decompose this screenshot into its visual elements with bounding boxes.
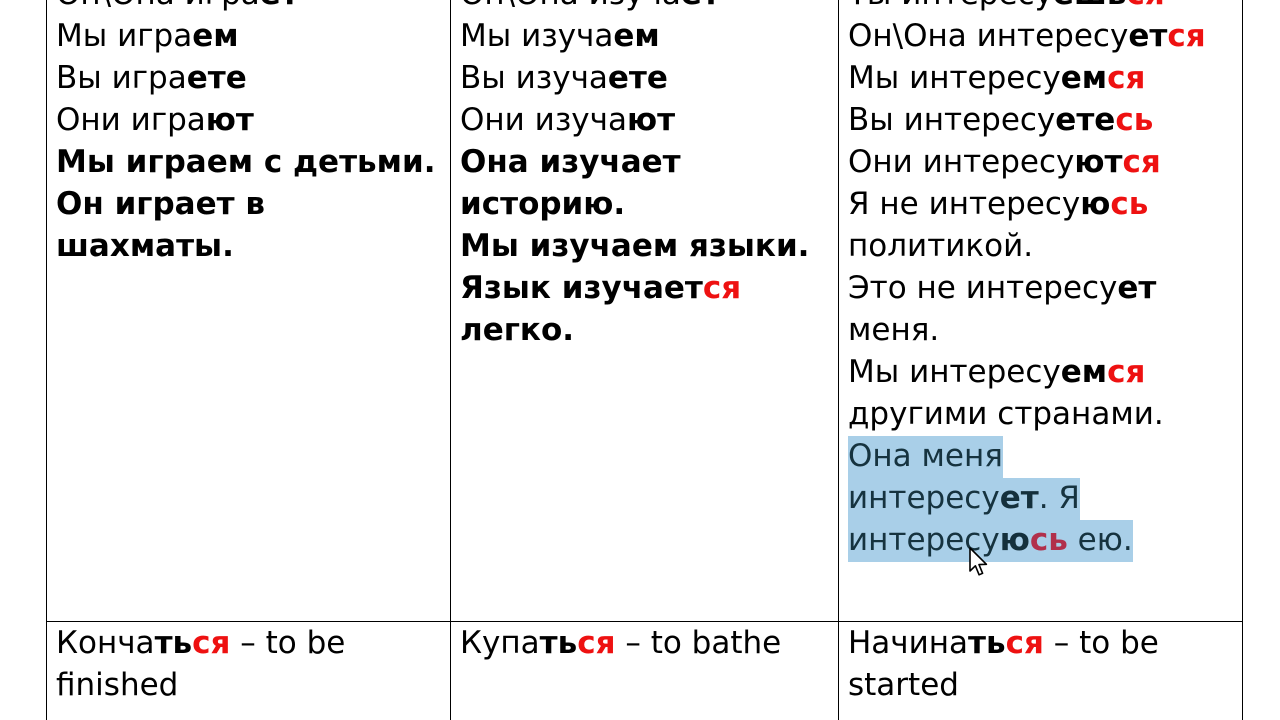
vocab-entry: Купаться – to bathe [460,625,782,661]
conj-line: Мы играем [56,18,239,54]
reflexive-suffix: сь [1029,522,1068,558]
conj-line: Вы интересуетесь [848,102,1154,138]
ending-bold: ют [205,102,254,138]
ending-bold: ю [999,522,1030,558]
selected-line-3[interactable]: интересуюсь ею. [848,519,1234,562]
table-row-vocabulary: Кончаться – to be finished Купаться – to… [46,621,1243,720]
example-sentence: Я не интересуюсь политикой. [848,186,1149,264]
example-sentence: Мы играем с детьми. [56,144,436,180]
example-sentence: Это не интересует меня. [848,270,1157,348]
example-sentence: Он играет в шахматы. [56,186,265,264]
ending-bold: ете [186,60,247,96]
ending-bold: ет [260,0,299,12]
conj-line: Он\Она изучает [460,0,830,15]
infinitive-ending-bold: ть [539,625,578,661]
slide-canvas: Он\Она играет Мы играем Вы играете Они и… [0,0,1280,720]
conj-line: Они изучают [460,102,676,138]
reflexive-suffix: ся [702,270,742,306]
reflexive-suffix: ся [577,625,616,661]
reflexive-suffix: ся [1107,60,1146,96]
example-sentence: Она изучает историю. [460,144,681,222]
ending-bold: ете [607,60,668,96]
vocab-entry: Кончаться – to be finished [56,625,346,703]
reflexive-suffix: ся [1122,144,1161,180]
conj-line: Он\Она играет [56,0,442,15]
conj-line: Они играют [56,102,254,138]
ending-bold: ет [1117,270,1157,306]
reflexive-suffix: ся [1127,0,1165,12]
cell-conjugation-igrat: Он\Она играет Мы играем Вы играете Они и… [46,0,451,622]
selected-text-block[interactable]: Она меня интересует. Я интересуюсь ею. [848,435,1234,562]
cell-vocab-nachinatsya: Начинаться – to be started [838,621,1243,720]
selected-line-2[interactable]: интересует. Я [848,477,1234,520]
selected-line-1[interactable]: Она меня [848,435,1234,478]
ending-bold: ю [1080,186,1111,222]
reflexive-suffix: ся [1107,354,1146,390]
reflexive-suffix: сь [1115,102,1154,138]
ending-bold: ешь [1053,0,1127,12]
ending-bold: ем [613,18,660,54]
conj-line: Ты интересуешься [848,0,1234,15]
conj-line: Вы играете [56,60,247,96]
vocab-translation: to bathe [650,625,782,661]
cell-vocab-konchatsya: Кончаться – to be finished [46,621,451,720]
conj-line: Мы интересуемся [848,60,1146,96]
conj-line: Мы изучаем [460,18,660,54]
ending-bold: ем [1060,354,1108,390]
conj-line: Вы изучаете [460,60,668,96]
table-row-conjugations: Он\Она играет Мы играем Вы играете Они и… [46,0,1243,622]
example-sentence: Язык изучается легко. [460,270,742,348]
cell-conjugation-interesovatsya: Ты интересуешься Он\Она интересуется Мы … [838,0,1243,622]
reflexive-suffix: ся [192,625,231,661]
ending-bold: ете [1055,102,1116,138]
example-sentence: Мы изучаем языки. [460,228,810,264]
reflexive-suffix: ся [1005,625,1044,661]
verb-conjugation-table: Он\Она играет Мы играем Вы играете Они и… [46,0,1243,720]
example-sentence: Мы интересуемся другими странами. [848,354,1164,432]
ending-bold: ют [626,102,676,138]
infinitive-ending-bold: ть [968,625,1006,661]
infinitive-ending-bold: ть [154,625,193,661]
ending-bold: ем [1060,60,1108,96]
ending-bold: ют [1074,144,1123,180]
cell-conjugation-izuchat: Он\Она изучает Мы изучаем Вы изучаете Он… [450,0,839,622]
vocab-entry: Начинаться – to be started [848,625,1159,703]
reflexive-suffix: ся [1167,18,1206,54]
ending-bold: ет [681,0,720,12]
reflexive-suffix: сь [1110,186,1149,222]
conj-line: Они интересуются [848,144,1161,180]
conj-line: Он\Она интересуется [848,18,1206,54]
cell-vocab-kupatsya: Купаться – to bathe [450,621,839,720]
ending-bold: ем [192,18,239,54]
ending-bold: ет [999,480,1039,516]
ending-bold: ет [1128,18,1168,54]
